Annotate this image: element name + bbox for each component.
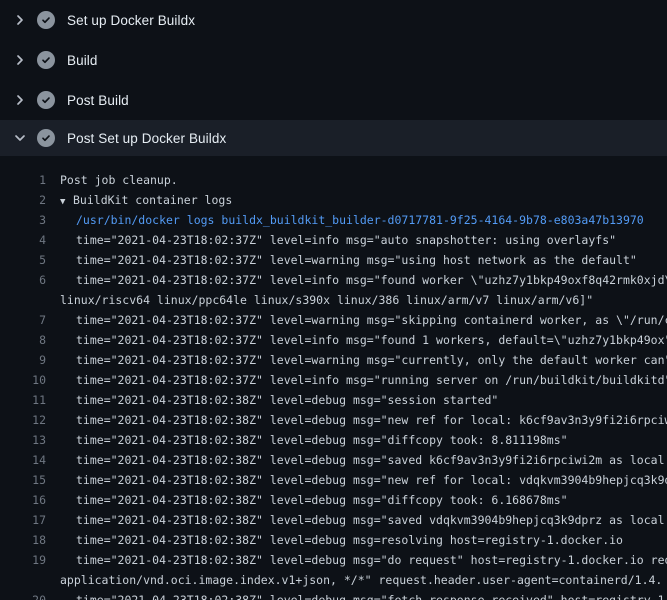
log-line-text: Post job cleanup. — [46, 170, 667, 190]
step-label: Post Set up Docker Buildx — [67, 131, 226, 146]
log-line-number — [0, 290, 46, 310]
step-post-build[interactable]: Post Build — [0, 80, 667, 120]
log-line: 12 time="2021-04-23T18:02:38Z" level=deb… — [0, 410, 667, 430]
check-circle-icon — [37, 91, 55, 109]
log-line-text: time="2021-04-23T18:02:38Z" level=debug … — [46, 450, 667, 470]
log-line-number[interactable]: 5 — [0, 250, 46, 270]
log-line-text: time="2021-04-23T18:02:38Z" level=debug … — [46, 390, 667, 410]
log-area: 1 Post job cleanup. 2 ▼BuildKit containe… — [0, 156, 667, 600]
log-line-number[interactable]: 13 — [0, 430, 46, 450]
chevron-right-icon — [12, 52, 28, 68]
log-line-number[interactable]: 19 — [0, 550, 46, 570]
log-line: 8 time="2021-04-23T18:02:37Z" level=info… — [0, 330, 667, 350]
step-label: Set up Docker Buildx — [67, 13, 195, 28]
log-line: 4 time="2021-04-23T18:02:37Z" level=info… — [0, 230, 667, 250]
log-line: 5 time="2021-04-23T18:02:37Z" level=warn… — [0, 250, 667, 270]
log-line-number[interactable]: 20 — [0, 590, 46, 600]
log-line-number[interactable]: 15 — [0, 470, 46, 490]
log-line: 11 time="2021-04-23T18:02:38Z" level=deb… — [0, 390, 667, 410]
log-line-text: time="2021-04-23T18:02:38Z" level=debug … — [46, 530, 667, 550]
chevron-right-icon — [12, 12, 28, 28]
collapse-triangle-icon[interactable]: ▼ — [60, 192, 73, 210]
log-line-number[interactable]: 3 — [0, 210, 46, 230]
log-line-text: time="2021-04-23T18:02:38Z" level=debug … — [46, 490, 667, 510]
log-line-text: time="2021-04-23T18:02:38Z" level=debug … — [46, 550, 667, 570]
step-label: Post Build — [67, 93, 129, 108]
step-post-set-up-docker-buildx[interactable]: Post Set up Docker Buildx — [0, 120, 667, 156]
log-line-number[interactable]: 11 — [0, 390, 46, 410]
log-line-number[interactable]: 1 — [0, 170, 46, 190]
log-line-text: time="2021-04-23T18:02:37Z" level=warnin… — [46, 310, 667, 330]
log-line: 10 time="2021-04-23T18:02:37Z" level=inf… — [0, 370, 667, 390]
log-line-number[interactable]: 16 — [0, 490, 46, 510]
log-line-text: time="2021-04-23T18:02:38Z" level=debug … — [46, 410, 667, 430]
log-line-number[interactable]: 2 — [0, 190, 46, 210]
log-line-number[interactable]: 14 — [0, 450, 46, 470]
chevron-right-icon — [12, 92, 28, 108]
log-line-number[interactable]: 4 — [0, 230, 46, 250]
step-label: Build — [67, 53, 98, 68]
log-line: 19 time="2021-04-23T18:02:38Z" level=deb… — [0, 550, 667, 570]
actions-log-viewer: Set up Docker Buildx Build Post Build Po… — [0, 0, 667, 600]
log-line-text: time="2021-04-23T18:02:37Z" level=info m… — [46, 330, 667, 350]
log-line: 7 time="2021-04-23T18:02:37Z" level=warn… — [0, 310, 667, 330]
log-line-number — [0, 570, 46, 590]
log-line-text: time="2021-04-23T18:02:37Z" level=warnin… — [46, 350, 667, 370]
log-line-number[interactable]: 12 — [0, 410, 46, 430]
log-line: 17 time="2021-04-23T18:02:38Z" level=deb… — [0, 510, 667, 530]
log-line-text: time="2021-04-23T18:02:37Z" level=info m… — [46, 230, 667, 250]
log-line: 2 ▼BuildKit container logs — [0, 190, 667, 210]
log-line: 13 time="2021-04-23T18:02:38Z" level=deb… — [0, 430, 667, 450]
log-line-text: application/vnd.oci.image.index.v1+json,… — [46, 570, 667, 590]
log-line-text: time="2021-04-23T18:02:38Z" level=debug … — [46, 590, 667, 600]
check-circle-icon — [37, 51, 55, 69]
log-line-text: time="2021-04-23T18:02:38Z" level=debug … — [46, 510, 667, 530]
log-line-number[interactable]: 17 — [0, 510, 46, 530]
log-line-number[interactable]: 10 — [0, 370, 46, 390]
log-line: 18 time="2021-04-23T18:02:38Z" level=deb… — [0, 530, 667, 550]
log-line: 3 /usr/bin/docker logs buildx_buildkit_b… — [0, 210, 667, 230]
step-set-up-docker-buildx[interactable]: Set up Docker Buildx — [0, 0, 667, 40]
log-line-text: time="2021-04-23T18:02:38Z" level=debug … — [46, 430, 667, 450]
log-line: 16 time="2021-04-23T18:02:38Z" level=deb… — [0, 490, 667, 510]
log-line-number[interactable]: 6 — [0, 270, 46, 290]
log-line-text: time="2021-04-23T18:02:37Z" level=info m… — [46, 270, 667, 290]
log-line-number[interactable]: 7 — [0, 310, 46, 330]
check-circle-icon — [37, 11, 55, 29]
log-line-text: time="2021-04-23T18:02:37Z" level=info m… — [46, 370, 667, 390]
log-line-text: linux/riscv64 linux/ppc64le linux/s390x … — [46, 290, 667, 310]
log-line: 15 time="2021-04-23T18:02:38Z" level=deb… — [0, 470, 667, 490]
log-line-number[interactable]: 18 — [0, 530, 46, 550]
log-line: 9 time="2021-04-23T18:02:37Z" level=warn… — [0, 350, 667, 370]
log-line: 1 Post job cleanup. — [0, 170, 667, 190]
log-line: linux/riscv64 linux/ppc64le linux/s390x … — [0, 290, 667, 310]
log-line-number[interactable]: 8 — [0, 330, 46, 350]
log-line-text: time="2021-04-23T18:02:37Z" level=warnin… — [46, 250, 667, 270]
log-line: application/vnd.oci.image.index.v1+json,… — [0, 570, 667, 590]
log-line: 20 time="2021-04-23T18:02:38Z" level=deb… — [0, 590, 667, 600]
log-line-number[interactable]: 9 — [0, 350, 46, 370]
step-build[interactable]: Build — [0, 40, 667, 80]
log-line-text: time="2021-04-23T18:02:38Z" level=debug … — [46, 470, 667, 490]
check-circle-icon — [37, 129, 55, 147]
chevron-down-icon — [12, 130, 28, 146]
log-line: 14 time="2021-04-23T18:02:38Z" level=deb… — [0, 450, 667, 470]
log-line: 6 time="2021-04-23T18:02:37Z" level=info… — [0, 270, 667, 290]
log-line-text: ▼BuildKit container logs — [46, 190, 667, 210]
log-line-text: /usr/bin/docker logs buildx_buildkit_bui… — [46, 210, 667, 230]
